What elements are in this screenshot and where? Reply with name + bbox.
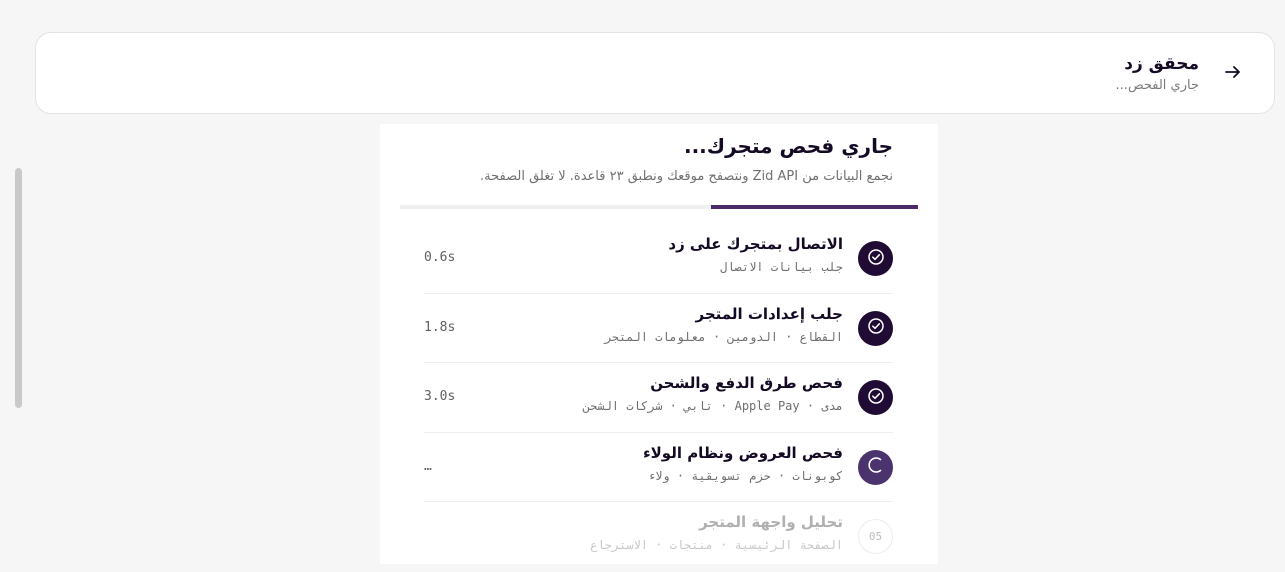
step-text: فحص العروض ونظام الولاء كوبونات · حزم تس… [643,441,843,487]
check-circle-icon [867,248,885,270]
back-button[interactable] [1222,63,1244,85]
step-title: تحليل واجهة المتجر [699,513,843,531]
step-item-active: فحص العروض ونظام الولاء كوبونات · حزم تس… [424,433,893,502]
step-text: الاتصال بمتجرك على زد جلب بيانات الاتصال [668,232,843,278]
header-status: جاري الفحص... [1115,78,1199,93]
step-title: فحص العروض ونظام الولاء [642,443,843,462]
header-text: محقق زد جاري الفحص... [1116,51,1199,95]
step-item-pending: 05 تحليل واجهة المتجر الصفحة الرئيسية · … [424,502,893,572]
step-status-done [858,241,893,276]
step-detail: كوبونات · حزم تسويقية · ولاء [647,468,843,483]
step-duration: 3.0s [424,389,456,404]
page-subtitle: نجمع البيانات من Zid API ونتصفح موقعك ون… [480,169,893,184]
step-detail: القطاع · الدومين · معلومات المتجر [604,329,843,344]
step-text: تحليل واجهة المتجر الصفحة الرئيسية · منت… [590,510,843,556]
page-title: جاري فحص متجرك... [683,134,893,158]
step-detail: مدى · Apple Pay · تابي · شركات الشحن [582,399,843,413]
step-detail: جلب بيانات الاتصال [720,260,843,274]
step-status-done [858,310,893,346]
step-status-active [858,449,893,485]
step-duration: 1.8s [424,319,456,335]
check-circle-icon [867,387,885,409]
step-number: 05 [858,519,893,554]
step-item: جلب إعدادات المتجر القطاع · الدومين · مع… [424,294,893,363]
header-card: محقق زد جاري الفحص... [35,32,1275,114]
step-item: فحص طرق الدفع والشحن مدى · Apple Pay · ت… [424,363,893,433]
step-title: فحص طرق الدفع والشحن [650,374,843,392]
step-detail: الصفحة الرئيسية · منتجات · الاسترجاع [590,538,843,552]
spinner-icon [866,455,886,479]
step-text: جلب إعدادات المتجر القطاع · الدومين · مع… [605,302,843,348]
scrollbar-thumb[interactable] [15,168,22,408]
scan-card: جاري فحص متجرك... نجمع البيانات من Zid A… [380,124,938,564]
progress-fill [710,205,918,209]
step-duration: 0.6s [424,250,456,265]
progress-bar [400,205,918,209]
arrow-right-icon [1224,63,1242,85]
step-title: جلب إعدادات المتجر [695,304,843,323]
steps-list: الاتصال بمتجرك على زد جلب بيانات الاتصال… [424,224,893,572]
app-title: محقق زد [1124,54,1199,74]
step-title: الاتصال بمتجرك على زد [668,235,843,253]
step-text: فحص طرق الدفع والشحن مدى · Apple Pay · ت… [583,371,843,417]
step-status-done [858,380,893,415]
check-circle-icon [867,317,885,339]
step-item: الاتصال بمتجرك على زد جلب بيانات الاتصال… [424,224,893,294]
step-duration: … [424,458,432,474]
